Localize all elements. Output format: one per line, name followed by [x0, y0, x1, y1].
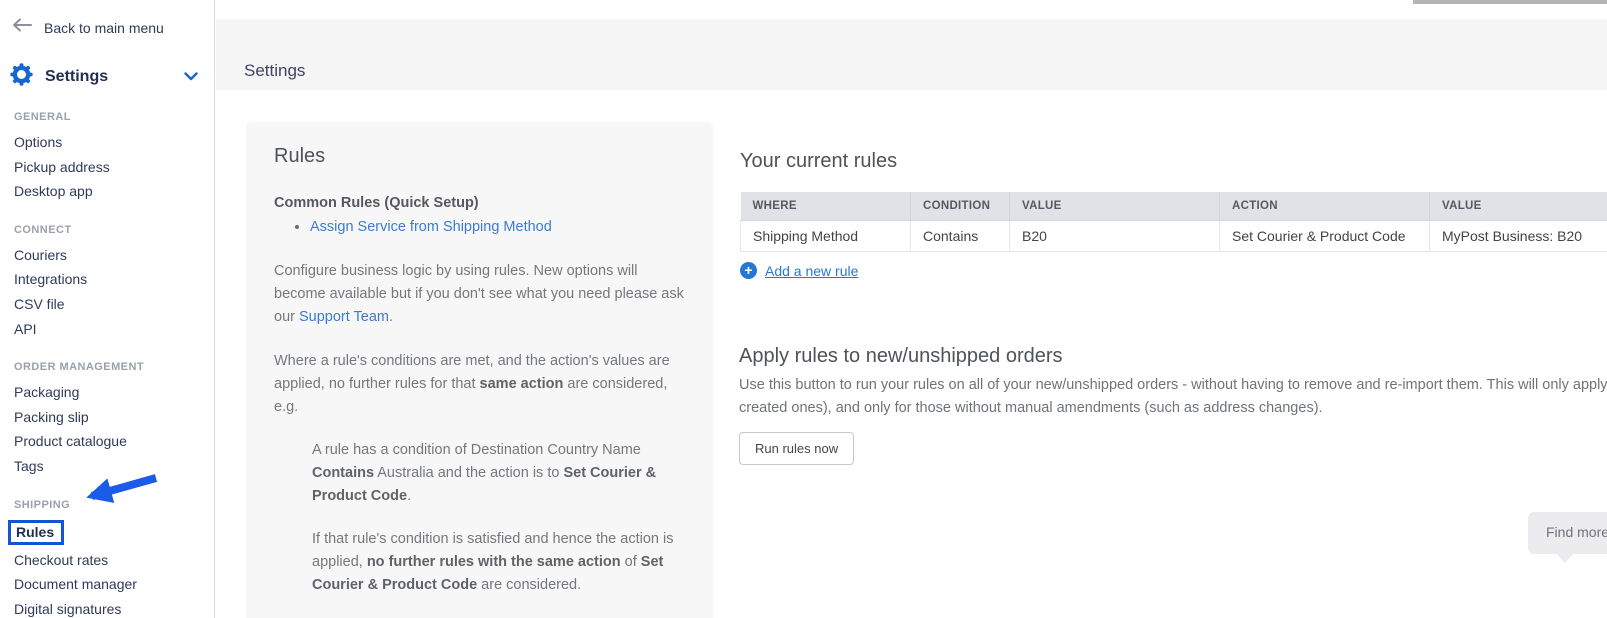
horizontal-scrollbar[interactable] [1413, 0, 1607, 4]
column-header-condition: CONDITION [911, 192, 1010, 220]
sidebar-title: Settings [45, 68, 108, 86]
sidebar-section-order-management: ORDER MANAGEMENT Packaging Packing slip … [0, 361, 214, 478]
page-title: Settings [244, 61, 305, 81]
chevron-down-icon[interactable] [184, 68, 198, 86]
sidebar-item-couriers[interactable]: Couriers [0, 243, 214, 268]
sidebar-item-rules[interactable]: Rules [0, 518, 214, 548]
cell-where: Shipping Method [741, 220, 911, 251]
page-header: Settings [216, 19, 1607, 90]
sidebar-item-rules-label: Rules [8, 520, 64, 545]
section-label-order-management: ORDER MANAGEMENT [0, 361, 214, 373]
assign-service-link[interactable]: Assign Service from Shipping Method [310, 219, 552, 235]
sidebar-item-options[interactable]: Options [0, 130, 214, 155]
rules-paragraph-2: Where a rule's conditions are met, and t… [274, 350, 685, 419]
sidebar-item-checkout-rates[interactable]: Checkout rates [0, 548, 214, 573]
cell-action: Set Courier & Product Code [1220, 220, 1430, 251]
column-header-where: WHERE [741, 192, 911, 220]
rules-paragraph-3: A rule has a condition of Destination Co… [312, 439, 685, 508]
apply-rules-description-line1: Use this button to run your rules on all… [739, 377, 1607, 393]
sidebar-item-api[interactable]: API [0, 317, 214, 342]
help-tooltip-bubble: Find more i [1528, 512, 1607, 554]
cell-condition: Contains [911, 220, 1010, 251]
common-rules-heading: Common Rules (Quick Setup) [274, 195, 685, 211]
run-rules-now-button[interactable]: Run rules now [739, 432, 854, 465]
add-new-rule-link[interactable]: + Add a new rule [740, 262, 858, 279]
apply-rules-description-line2: created ones), and only for those withou… [739, 400, 1323, 416]
sidebar-item-product-catalogue[interactable]: Product catalogue [0, 429, 214, 454]
current-rules-title: Your current rules [740, 150, 897, 173]
tooltip-tail [1556, 553, 1574, 563]
sidebar-item-digital-signatures[interactable]: Digital signatures [0, 597, 214, 618]
sidebar-item-desktop-app[interactable]: Desktop app [0, 179, 214, 204]
add-new-rule-label: Add a new rule [765, 263, 858, 279]
back-label: Back to main menu [44, 20, 164, 36]
gear-icon [10, 63, 33, 91]
settings-sidebar: Back to main menu [0, 0, 215, 618]
quick-setup-list: Assign Service from Shipping Method [310, 216, 685, 239]
quick-setup-list-item: Assign Service from Shipping Method [310, 216, 685, 239]
rules-panel-title: Rules [274, 145, 685, 168]
section-label-shipping: SHIPPING [0, 499, 214, 511]
sidebar-settings-header: Settings [0, 37, 214, 91]
section-label-general: GENERAL [0, 111, 214, 123]
table-header-row: WHERE CONDITION VALUE ACTION VALUE [741, 192, 1607, 220]
plus-circle-icon: + [740, 262, 757, 279]
sidebar-item-document-manager[interactable]: Document manager [0, 572, 214, 597]
apply-rules-title: Apply rules to new/unshipped orders [739, 345, 1063, 368]
cell-value: B20 [1010, 220, 1220, 251]
sidebar-item-packaging[interactable]: Packaging [0, 380, 214, 405]
sidebar-section-shipping: SHIPPING Rules Checkout rates Document m… [0, 499, 214, 618]
back-to-main-menu[interactable]: Back to main menu [0, 0, 214, 37]
column-header-action-value: VALUE [1430, 192, 1607, 220]
current-rules-table: WHERE CONDITION VALUE ACTION VALUE Shipp… [740, 192, 1607, 252]
rules-paragraph-1: Configure business logic by using rules.… [274, 260, 685, 329]
column-header-value: VALUE [1010, 192, 1220, 220]
sidebar-section-general: GENERAL Options Pickup address Desktop a… [0, 111, 214, 204]
column-header-action: ACTION [1220, 192, 1430, 220]
back-arrow-icon [12, 18, 32, 37]
sidebar-item-csv-file[interactable]: CSV file [0, 292, 214, 317]
help-tooltip-text: Find more i [1546, 524, 1607, 540]
cell-action-value: MyPost Business: B20 [1430, 220, 1607, 251]
rules-info-panel: Rules Common Rules (Quick Setup) Assign … [246, 122, 713, 618]
table-row: Shipping Method Contains B20 Set Courier… [741, 220, 1607, 251]
rules-paragraph-4: If that rule's condition is satisfied an… [312, 528, 685, 597]
sidebar-item-integrations[interactable]: Integrations [0, 267, 214, 292]
sidebar-item-packing-slip[interactable]: Packing slip [0, 405, 214, 430]
main-content: Settings Rules Common Rules (Quick Setup… [216, 0, 1607, 618]
sidebar-item-tags[interactable]: Tags [0, 454, 214, 479]
section-label-connect: CONNECT [0, 224, 214, 236]
sidebar-item-pickup-address[interactable]: Pickup address [0, 155, 214, 180]
sidebar-section-connect: CONNECT Couriers Integrations CSV file A… [0, 224, 214, 341]
